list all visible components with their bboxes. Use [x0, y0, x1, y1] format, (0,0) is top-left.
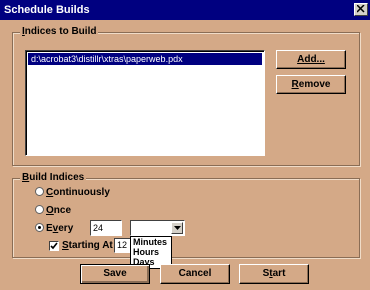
interval-unit-select[interactable]: [130, 220, 185, 236]
starting-at-label: Starting At: [62, 240, 113, 251]
save-button[interactable]: Save: [80, 264, 150, 284]
cancel-button[interactable]: Cancel: [160, 264, 230, 284]
remove-button[interactable]: Remove: [276, 75, 346, 94]
radio-once[interactable]: Once: [35, 205, 71, 217]
title-bar: Schedule Builds: [0, 0, 370, 20]
add-button[interactable]: Add...: [276, 50, 346, 69]
window-title: Schedule Builds: [4, 4, 90, 16]
schedule-builds-dialog: Schedule Builds Indices to Build d:\acro…: [0, 0, 370, 290]
list-item[interactable]: d:\acrobat3\distillr\xtras\paperweb.pdx: [28, 53, 262, 65]
dropdown-button[interactable]: [171, 222, 183, 234]
build-indices-group-label: Build Indices: [20, 172, 87, 184]
start-button[interactable]: Start: [239, 264, 309, 284]
chevron-down-icon: [174, 226, 181, 230]
every-interval-input[interactable]: 24: [90, 220, 122, 236]
dropdown-option[interactable]: Minutes: [131, 237, 171, 247]
radio-button[interactable]: [35, 187, 44, 196]
radio-button[interactable]: [35, 205, 44, 214]
dropdown-option[interactable]: Hours: [131, 247, 171, 257]
indices-list[interactable]: d:\acrobat3\distillr\xtras\paperweb.pdx: [25, 50, 265, 156]
starting-at-checkbox[interactable]: [49, 241, 59, 251]
radio-continuously[interactable]: Continuously: [35, 187, 110, 199]
close-icon: [357, 5, 365, 13]
radio-every[interactable]: Every: [35, 223, 73, 235]
close-button[interactable]: [354, 3, 368, 16]
indices-group-label: Indices to Build: [20, 26, 99, 38]
radio-button-selected[interactable]: [35, 223, 44, 232]
checkmark-icon: [50, 242, 58, 250]
